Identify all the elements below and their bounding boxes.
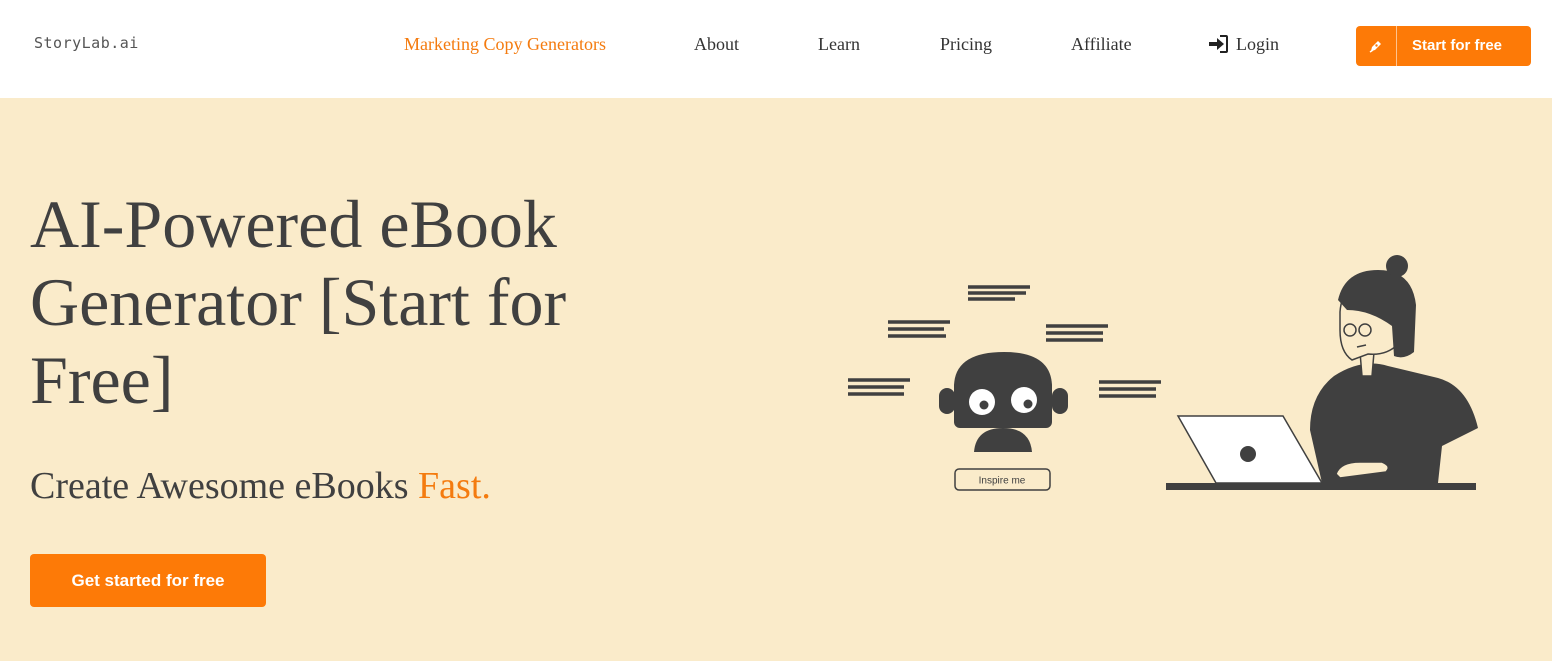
- nav-about[interactable]: About: [694, 34, 739, 55]
- hero-subtitle-accent: Fast.: [418, 465, 491, 507]
- nav-login-label: Login: [1236, 34, 1279, 54]
- start-for-free-button[interactable]: Start for free: [1356, 26, 1531, 66]
- nav-marketing-copy-generators[interactable]: Marketing Copy Generators: [404, 34, 606, 55]
- logo[interactable]: StoryLab.ai: [34, 34, 139, 52]
- hero-illustration: Inspire me: [848, 255, 1478, 491]
- nav-pricing[interactable]: Pricing: [940, 34, 992, 55]
- nav-login[interactable]: Login: [1208, 34, 1279, 58]
- hero-subtitle: Create Awesome eBooks Fast.: [30, 464, 491, 508]
- pen-icon: [1356, 26, 1397, 66]
- inspire-me-label: Inspire me: [979, 476, 1026, 487]
- hero-section: AI-Powered eBook Generator [Start for Fr…: [0, 98, 1552, 661]
- sign-in-icon: [1208, 35, 1228, 58]
- nav-learn[interactable]: Learn: [818, 34, 860, 55]
- get-started-button[interactable]: Get started for free: [30, 554, 266, 607]
- hero-subtitle-text: Create Awesome eBooks: [30, 465, 409, 507]
- robot-icon: Inspire me: [939, 352, 1068, 491]
- start-for-free-label: Start for free: [1412, 37, 1503, 54]
- nav-affiliate[interactable]: Affiliate: [1071, 34, 1132, 55]
- hero-title: AI-Powered eBook Generator [Start for Fr…: [30, 186, 567, 418]
- site-header: StoryLab.ai Marketing Copy Generators Ab…: [0, 0, 1552, 98]
- person-at-laptop-icon: [1166, 255, 1478, 490]
